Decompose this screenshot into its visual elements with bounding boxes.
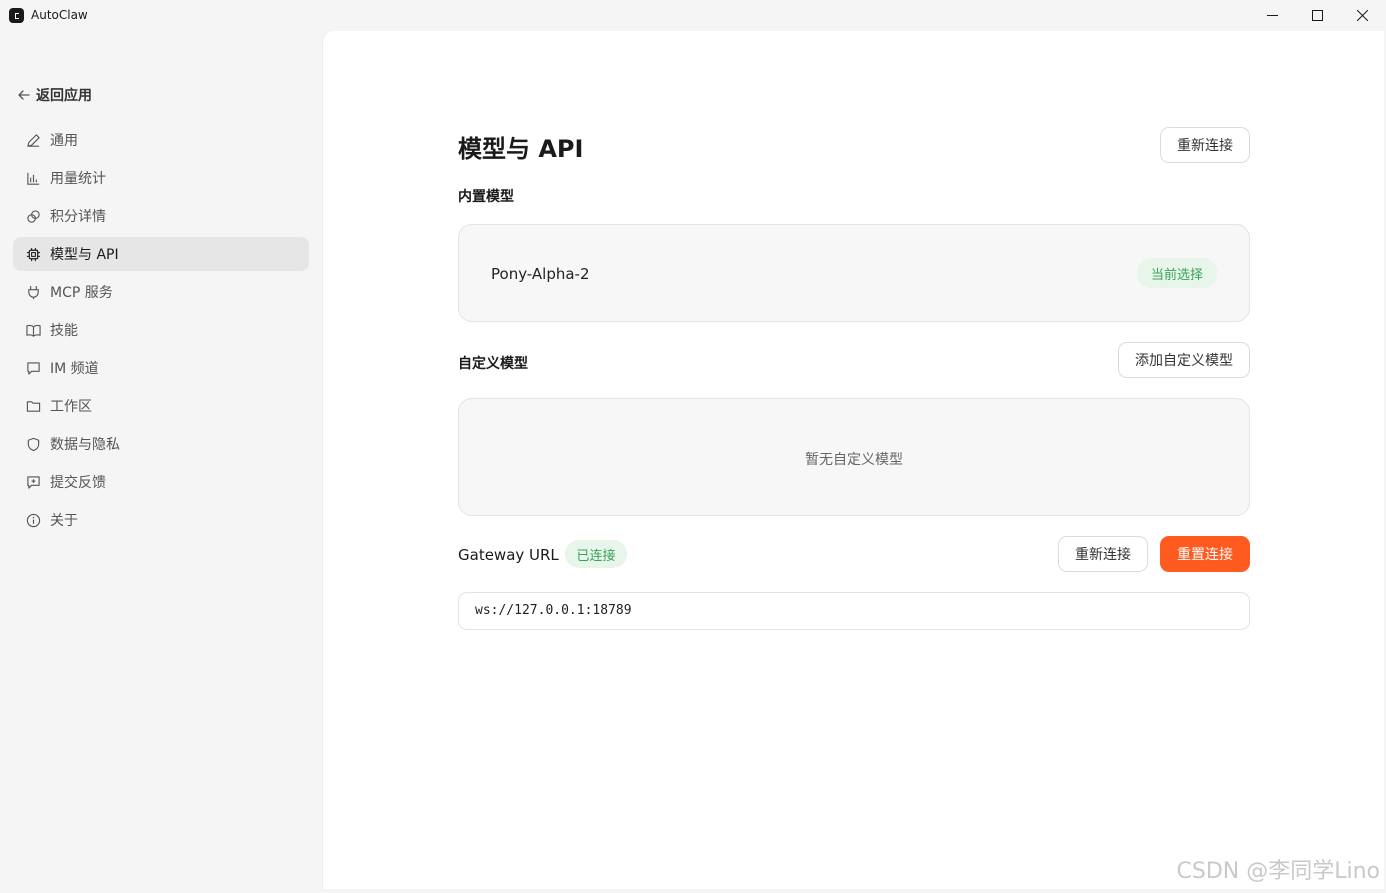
add-custom-model-button[interactable]: 添加自定义模型: [1118, 342, 1250, 378]
gateway-url-field[interactable]: ws://127.0.0.1:18789: [458, 592, 1250, 630]
reconnect-button[interactable]: 重新连接: [1160, 127, 1250, 163]
current-selection-badge: 当前选择: [1137, 258, 1217, 288]
reset-connection-button[interactable]: 重置连接: [1160, 536, 1250, 572]
sidebar-item-models-api[interactable]: 模型与 API: [13, 237, 309, 271]
sidebar-item-label: 模型与 API: [50, 247, 119, 263]
model-name: Pony-Alpha-2: [491, 265, 590, 283]
message-icon: [25, 360, 41, 376]
title-bar: AutoClaw: [0, 0, 1386, 31]
sidebar-item-label: 用量统计: [50, 171, 106, 187]
maximize-button[interactable]: [1294, 0, 1340, 31]
maximize-icon: [1311, 10, 1323, 21]
sidebar-item-data-privacy[interactable]: 数据与隐私: [13, 427, 309, 461]
builtin-models-heading: 内置模型: [458, 189, 514, 205]
sidebar-item-feedback[interactable]: 提交反馈: [13, 465, 309, 499]
minimize-icon: [1266, 15, 1278, 16]
pencil-icon: [25, 132, 41, 148]
chip-icon: [25, 246, 41, 262]
sidebar-item-label: 工作区: [50, 399, 92, 415]
back-link-label: 返回应用: [36, 88, 92, 104]
sidebar-item-label: 提交反馈: [50, 475, 106, 491]
custom-models-heading: 自定义模型: [458, 356, 528, 372]
sidebar-item-skills[interactable]: 技能: [13, 313, 309, 347]
sidebar-item-mcp[interactable]: MCP 服务: [13, 275, 309, 309]
plug-icon: [25, 284, 41, 300]
folder-icon: [25, 398, 41, 414]
builtin-model-card[interactable]: Pony-Alpha-2 当前选择: [458, 224, 1250, 322]
sidebar-item-label: 技能: [50, 323, 78, 339]
app-title: AutoClaw: [31, 8, 88, 22]
app-logo-icon: [9, 8, 24, 23]
sidebar-item-label: 积分详情: [50, 209, 106, 225]
sidebar-item-im-channels[interactable]: IM 频道: [13, 351, 309, 385]
sidebar-item-label: 数据与隐私: [50, 437, 120, 453]
sidebar-item-credits[interactable]: 积分详情: [13, 199, 309, 233]
bar-chart-icon: [25, 170, 41, 186]
gateway-url-label: Gateway URL: [458, 546, 559, 564]
feedback-icon: [25, 474, 41, 490]
book-icon: [25, 322, 41, 338]
sidebar-item-label: 通用: [50, 133, 78, 149]
shield-icon: [25, 436, 41, 452]
gateway-reconnect-button[interactable]: 重新连接: [1058, 536, 1148, 572]
sidebar-item-label: IM 频道: [50, 361, 99, 377]
sidebar-item-about[interactable]: 关于: [13, 503, 309, 537]
info-icon: [25, 512, 41, 528]
connected-status-badge: 已连接: [565, 540, 627, 568]
sidebar: 返回应用 通用 用量统计 积分详情 模型与 API MCP 服务 技能 IM 频…: [0, 31, 322, 893]
close-button[interactable]: [1339, 0, 1385, 31]
main-panel: 模型与 API 重新连接 内置模型 Pony-Alpha-2 当前选择 自定义模…: [322, 31, 1384, 889]
sidebar-item-workspace[interactable]: 工作区: [13, 389, 309, 423]
sidebar-item-usage[interactable]: 用量统计: [13, 161, 309, 195]
close-icon: [1356, 10, 1368, 21]
back-to-app-link[interactable]: 返回应用: [18, 85, 92, 105]
sidebar-item-label: MCP 服务: [50, 285, 113, 301]
watermark: CSDN @李同学Lino: [1176, 859, 1381, 884]
sidebar-item-general[interactable]: 通用: [13, 123, 309, 157]
coins-icon: [25, 208, 41, 224]
custom-models-empty-card: 暂无自定义模型: [458, 398, 1250, 516]
page-title: 模型与 API: [458, 135, 584, 163]
sidebar-item-label: 关于: [50, 513, 78, 529]
minimize-button[interactable]: [1249, 0, 1295, 31]
arrow-left-icon: [18, 90, 30, 100]
empty-state-text: 暂无自定义模型: [805, 452, 903, 468]
